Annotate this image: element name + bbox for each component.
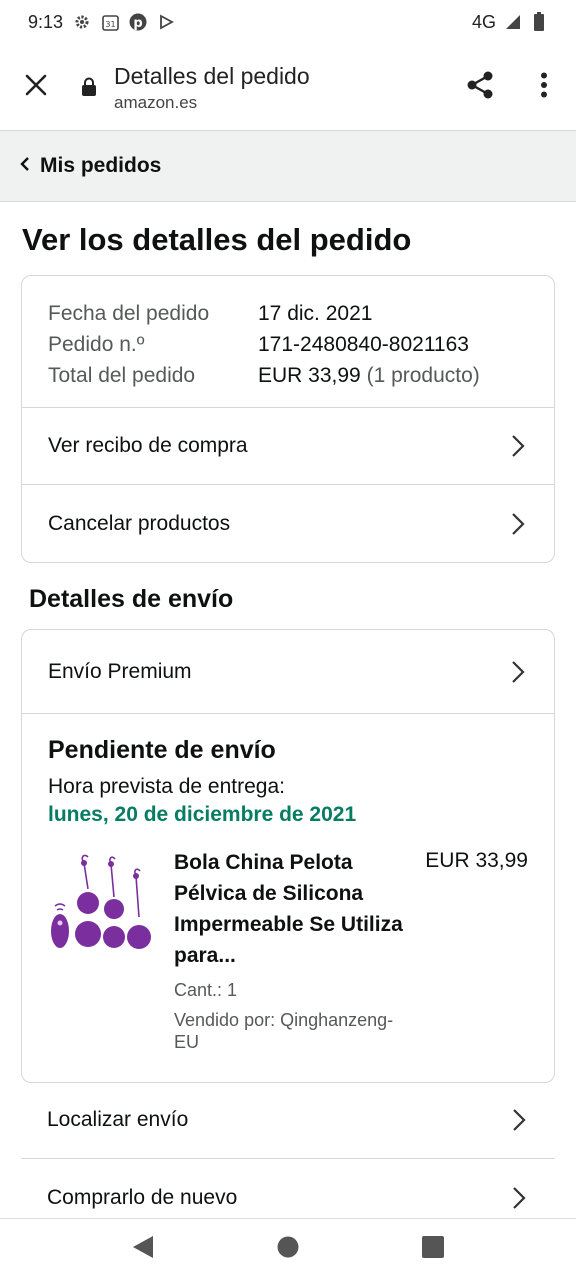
product-price: EUR 33,99 (425, 849, 528, 872)
chevron-right-icon (509, 1107, 529, 1133)
pinterest-icon: p (129, 13, 147, 31)
buy-again-label: Comprarlo de nuevo (47, 1185, 238, 1209)
nav-recents-button[interactable] (408, 1225, 458, 1275)
order-summary: Fecha del pedido 17 dic. 2021 Pedido n.º… (22, 276, 554, 408)
order-number-label: Pedido n.º (48, 333, 145, 356)
breadcrumb[interactable]: Mis pedidos (0, 130, 576, 202)
more-options-button[interactable] (512, 44, 576, 130)
delivery-estimate-label: Hora prevista de entrega: (48, 775, 285, 798)
view-receipt-link[interactable]: Ver recibo de compra (22, 408, 554, 485)
order-item-count: (1 producto) (366, 364, 480, 387)
track-package-label: Localizar envío (47, 1108, 189, 1131)
shipment-status: Pendiente de envío (48, 736, 276, 764)
shipment-details: Pendiente de envío Hora prevista de entr… (22, 714, 554, 1075)
signal-icon (504, 13, 522, 31)
close-icon (25, 74, 47, 101)
nav-home-button[interactable] (263, 1225, 313, 1275)
order-number-value: 171-2480840-8021163 (258, 333, 469, 356)
status-time: 9:13 (28, 11, 64, 32)
status-bar: 9:13 31 p 4G (0, 0, 576, 44)
view-receipt-label: Ver recibo de compra (48, 434, 248, 457)
more-vert-icon (540, 72, 548, 103)
close-button[interactable] (0, 44, 72, 130)
cancel-items-label: Cancelar productos (48, 511, 231, 535)
product-info: Bola China Pelota Pélvica de Silicona Im… (174, 847, 404, 1053)
product-name[interactable]: Bola China Pelota Pélvica de Silicona Im… (174, 847, 404, 971)
product-item: Bola China Pelota Pélvica de Silicona Im… (48, 847, 528, 1053)
home-circle-icon (276, 1235, 300, 1264)
order-total-amount: EUR 33,99 (258, 364, 361, 387)
back-triangle-icon (131, 1234, 155, 1265)
url-area[interactable]: Detalles del pedido amazon.es (106, 62, 448, 113)
chevron-right-icon (508, 659, 528, 685)
breadcrumb-back-label: Mis pedidos (40, 154, 162, 177)
page-host: amazon.es (114, 92, 198, 112)
share-icon (465, 70, 495, 105)
shipping-method-link[interactable]: Envío Premium (22, 630, 554, 714)
order-details-heading: Ver los detalles del pedido (22, 222, 412, 257)
share-button[interactable] (448, 44, 512, 130)
play-store-icon (157, 13, 175, 31)
order-total-label: Total del pedido (48, 364, 196, 387)
custom-tab-header: Detalles del pedido amazon.es (0, 44, 576, 130)
system-nav-bar (0, 1218, 576, 1280)
order-total-row: Total del pedido EUR 33,99 (1 producto) (48, 360, 528, 391)
chevron-left-icon (20, 156, 30, 177)
calendar-day: 31 (105, 20, 115, 29)
chevron-right-icon (509, 1185, 529, 1211)
product-seller: Vendido por: Qinghanzeng-EU (174, 1010, 394, 1052)
track-package-link[interactable]: Localizar envío (21, 1082, 555, 1159)
shipping-method-label: Envío Premium (48, 659, 192, 683)
page-title: Detalles del pedido (114, 62, 310, 89)
recents-square-icon (421, 1235, 445, 1264)
order-date-value: 17 dic. 2021 (258, 302, 373, 325)
shipment-card: Envío Premium Pendiente de envío Hora pr… (21, 629, 555, 1083)
chevron-right-icon (508, 433, 528, 459)
delivery-estimate-date: lunes, 20 de diciembre de 2021 (48, 803, 357, 826)
nav-back-button[interactable] (118, 1225, 168, 1275)
svg-text:p: p (133, 16, 142, 31)
order-summary-card: Fecha del pedido 17 dic. 2021 Pedido n.º… (21, 275, 555, 563)
calendar-icon: 31 (101, 13, 119, 31)
network-type: 4G (471, 11, 496, 32)
cancel-items-link[interactable]: Cancelar productos (22, 485, 554, 562)
product-image[interactable] (48, 849, 158, 959)
product-quantity: Cant.: 1 (174, 980, 238, 1000)
order-date-label: Fecha del pedido (48, 302, 210, 325)
lock-icon[interactable] (72, 77, 106, 97)
order-number-row: Pedido n.º 171-2480840-8021163 (48, 329, 528, 360)
shipping-section-title: Detalles de envío (29, 585, 234, 613)
chevron-right-icon (508, 511, 528, 537)
battery-icon (530, 12, 548, 31)
order-total-value: EUR 33,99 (1 producto) (258, 360, 480, 391)
settings-icon (73, 13, 91, 31)
order-date-row: Fecha del pedido 17 dic. 2021 (48, 298, 528, 329)
